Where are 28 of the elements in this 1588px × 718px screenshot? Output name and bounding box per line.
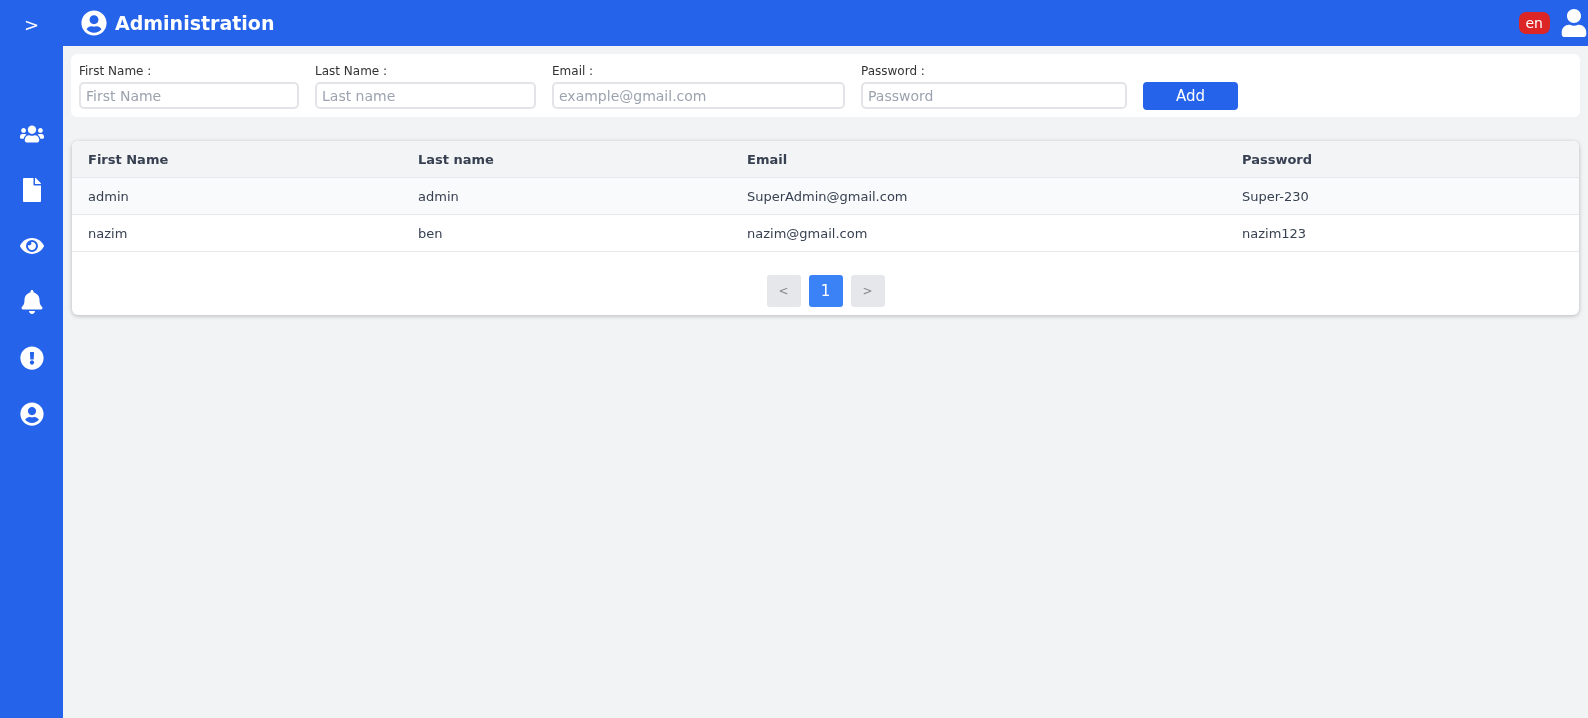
input-field[interactable]: Password (861, 82, 1127, 109)
field-label: Last Name : (315, 64, 389, 78)
column-header: Last name (402, 141, 731, 178)
user-icon[interactable] (1560, 9, 1588, 37)
exclamation-icon[interactable] (19, 346, 44, 370)
table-cell: Super-230 (1226, 178, 1579, 215)
input-field[interactable]: example@gmail.com (552, 82, 845, 109)
field-label: Email : (552, 64, 595, 78)
table-cell: SuperAdmin@gmail.com (731, 178, 1226, 215)
language-button[interactable]: en (1518, 12, 1550, 34)
field-label: First Name : (79, 64, 153, 78)
input-field[interactable]: First Name (79, 82, 299, 109)
table-cell: admin (72, 178, 402, 215)
table-cell: nazim123 (1226, 215, 1579, 252)
input-field[interactable]: Last name (315, 82, 536, 109)
page-title: Administration (115, 12, 276, 34)
table-cell: nazim (72, 215, 402, 252)
add-button[interactable]: Add (1143, 82, 1238, 110)
page-button[interactable]: 1 (808, 275, 843, 307)
column-header: Email (731, 141, 1226, 178)
bell-icon[interactable] (19, 290, 44, 314)
next-page-button[interactable]: > (850, 275, 885, 307)
table-cell: admin (402, 178, 731, 215)
field-label: Password : (861, 64, 926, 78)
column-header: Password (1226, 141, 1579, 178)
previous-page-button[interactable]: < (766, 275, 801, 307)
column-header: First Name (72, 141, 402, 178)
sidebar-toggle[interactable]: > (19, 10, 44, 38)
